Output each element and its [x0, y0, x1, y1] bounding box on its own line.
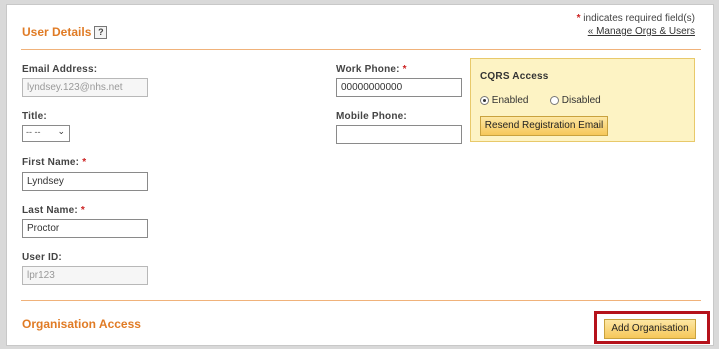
required-note: * indicates required field(s): [577, 13, 695, 24]
cqrs-access-box: CQRS Access Enabled Disabled Resend Regi…: [470, 58, 695, 142]
first-name-field[interactable]: Lyndsey: [22, 172, 148, 191]
cqrs-enabled-option[interactable]: Enabled: [480, 95, 528, 106]
title-select-value: -- --: [26, 127, 41, 137]
required-note-text: indicates required field(s): [583, 13, 695, 24]
work-phone-field[interactable]: 00000000000: [336, 78, 462, 97]
user-details-panel: User Details? * indicates required field…: [6, 4, 714, 346]
title-label: Title:: [22, 111, 47, 122]
enabled-radio[interactable]: [480, 95, 489, 105]
enabled-radio-label: Enabled: [491, 95, 529, 106]
manage-orgs-users-link[interactable]: « Manage Orgs & Users: [588, 26, 695, 37]
first-name-label: First Name: *: [22, 157, 86, 168]
last-name-label: Last Name: *: [22, 205, 85, 216]
help-icon[interactable]: ?: [94, 26, 108, 40]
user-details-heading: User Details?: [22, 25, 108, 40]
add-organisation-button[interactable]: Add Organisation: [604, 319, 696, 339]
mobile-phone-field[interactable]: [336, 125, 462, 144]
organisation-access-title: Organisation Access: [22, 317, 141, 331]
email-field[interactable]: lyndsey.123@nhs.net: [22, 78, 148, 97]
user-id-field[interactable]: lpr123: [22, 266, 148, 285]
mobile-phone-label: Mobile Phone:: [336, 111, 407, 122]
user-id-label: User ID:: [22, 252, 62, 263]
required-star: *: [576, 13, 581, 24]
disabled-radio[interactable]: [550, 95, 559, 105]
disabled-radio-label: Disabled: [561, 95, 601, 106]
header-divider: [21, 49, 701, 50]
section-divider: [21, 300, 701, 301]
last-name-field[interactable]: Proctor: [22, 219, 148, 238]
work-phone-required-star: *: [402, 64, 407, 75]
user-details-title: User Details: [22, 25, 92, 39]
cqrs-disabled-option[interactable]: Disabled: [550, 95, 601, 106]
title-select[interactable]: -- -- ⌄: [22, 125, 70, 142]
last-name-label-text: Last Name:: [22, 205, 78, 216]
work-phone-label-text: Work Phone:: [336, 64, 400, 75]
email-label: Email Address:: [22, 64, 98, 75]
work-phone-label: Work Phone: *: [336, 64, 407, 75]
chevron-down-icon: ⌄: [57, 126, 65, 136]
resend-registration-email-button[interactable]: Resend Registration Email: [480, 116, 608, 136]
first-name-label-text: First Name:: [22, 157, 80, 168]
first-name-required-star: *: [82, 157, 87, 168]
last-name-required-star: *: [80, 205, 85, 216]
cqrs-access-title: CQRS Access: [480, 71, 549, 82]
